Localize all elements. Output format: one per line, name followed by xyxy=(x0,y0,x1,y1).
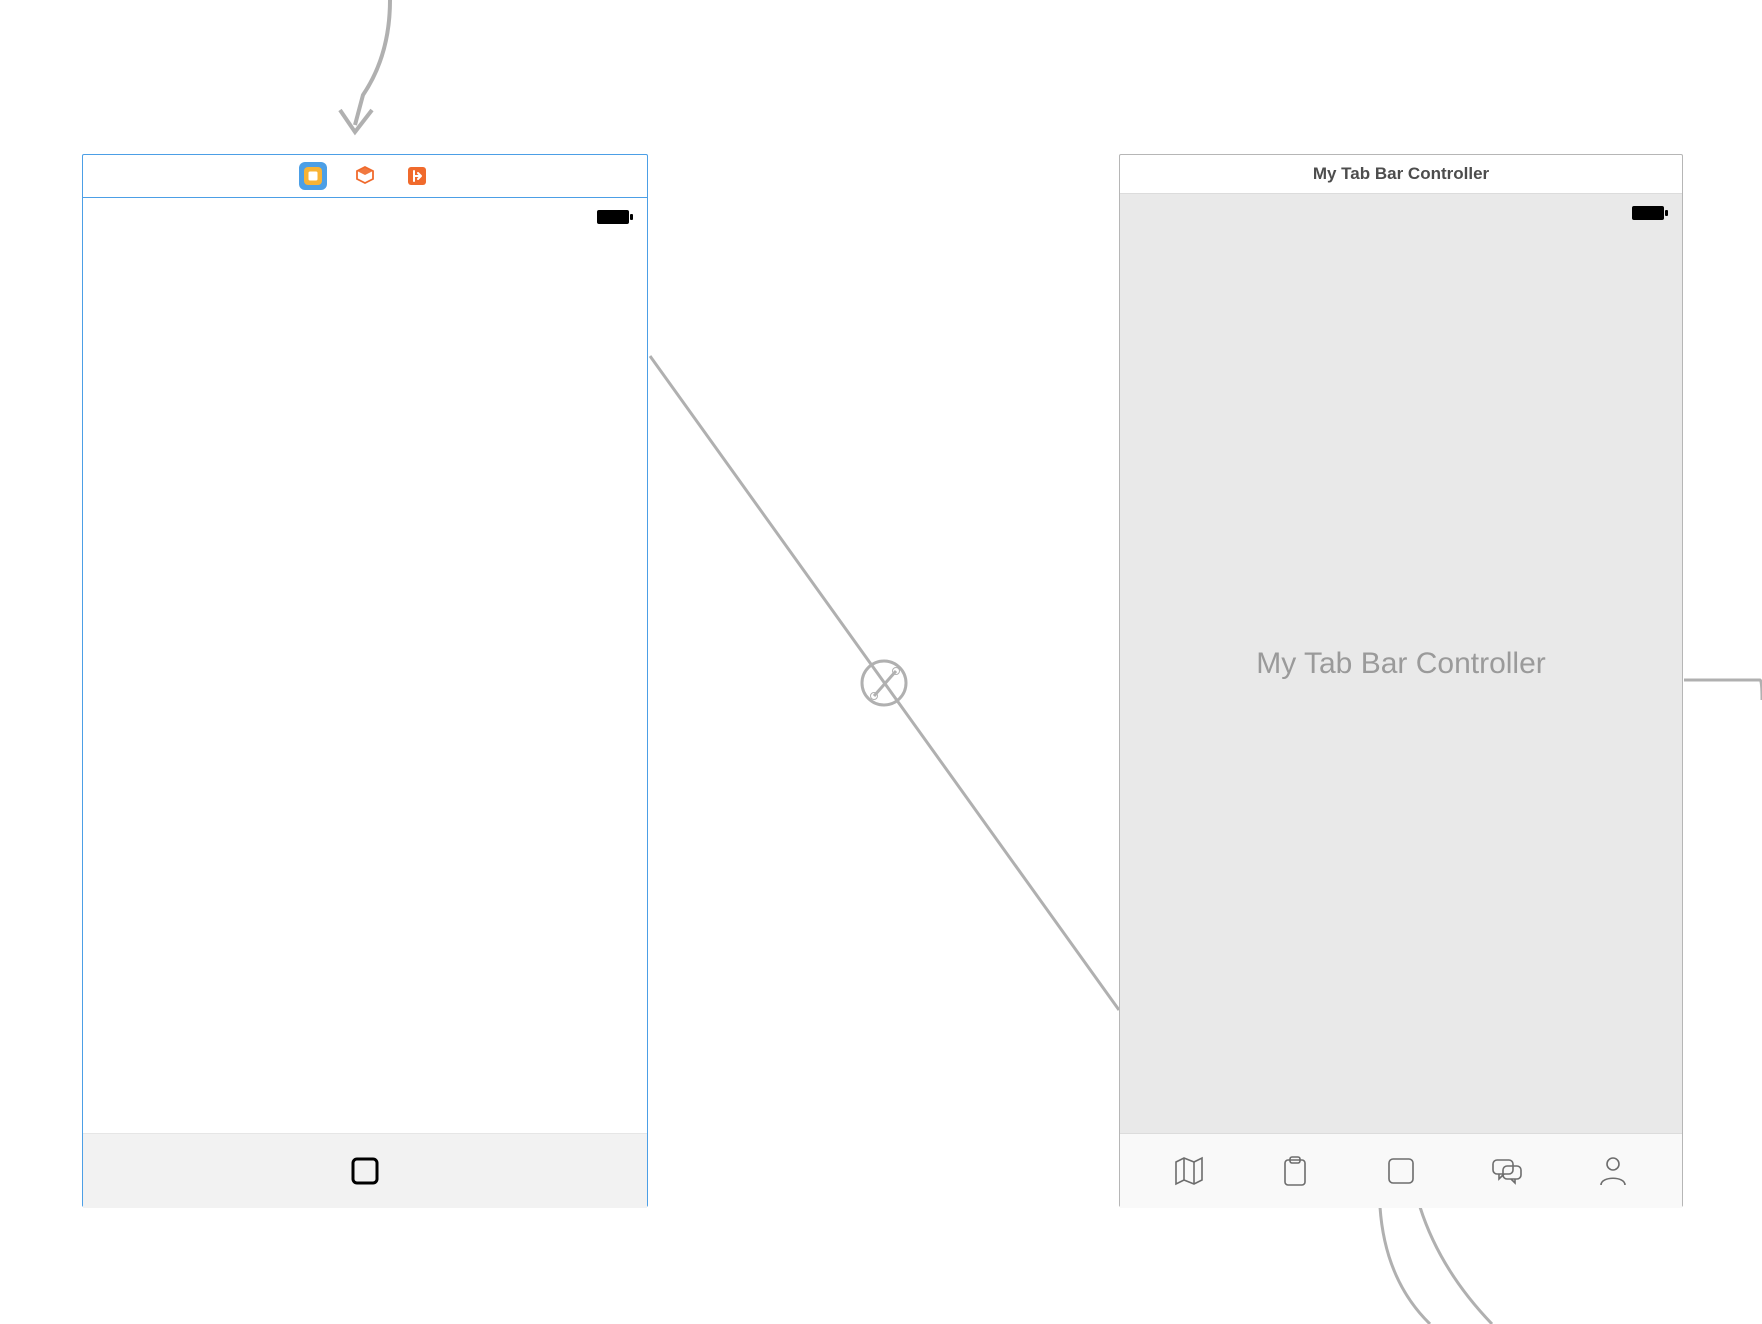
scene-titlebar[interactable] xyxy=(83,155,647,198)
tab-item-chat-icon[interactable] xyxy=(1488,1152,1526,1190)
initial-view-controller-scene[interactable] xyxy=(82,154,648,1207)
exit-icon[interactable] xyxy=(403,162,431,190)
tab-item-square-icon[interactable] xyxy=(1382,1152,1420,1190)
tab-item-person-icon[interactable] xyxy=(1594,1152,1632,1190)
tab-bar[interactable] xyxy=(1120,1133,1682,1208)
placeholder-label: My Tab Bar Controller xyxy=(1256,647,1546,681)
first-responder-icon[interactable] xyxy=(351,162,379,190)
view-controller-icon[interactable] xyxy=(299,162,327,190)
tab-item-clipboard-icon[interactable] xyxy=(1276,1152,1314,1190)
status-bar-battery-icon xyxy=(1632,206,1668,220)
tab-bar-controller-content[interactable]: My Tab Bar Controller xyxy=(1120,194,1682,1133)
status-bar-battery-icon xyxy=(597,210,633,224)
view-controller-content[interactable] xyxy=(83,198,647,1133)
scene-title-label: My Tab Bar Controller xyxy=(1313,164,1489,184)
tab-item-map-icon[interactable] xyxy=(1170,1152,1208,1190)
tab-bar-controller-scene[interactable]: My Tab Bar Controller My Tab Bar Control… xyxy=(1119,154,1683,1207)
tab-bar[interactable] xyxy=(83,1133,647,1208)
tab-item-square-icon[interactable] xyxy=(346,1152,384,1190)
scene-title[interactable]: My Tab Bar Controller xyxy=(1120,155,1682,194)
